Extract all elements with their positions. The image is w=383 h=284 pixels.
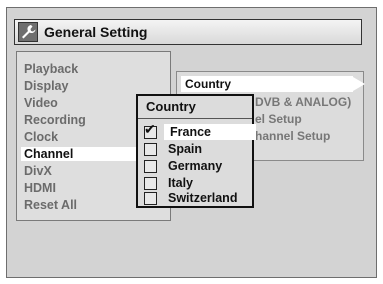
option-label: Germany — [168, 159, 223, 173]
dialog-title: Country — [146, 99, 196, 114]
dialog-header: Country — [138, 96, 252, 119]
wrench-icon — [18, 22, 38, 42]
menu-item-reset-all[interactable]: Reset All — [24, 198, 77, 212]
option-label: Spain — [168, 142, 203, 156]
option-row[interactable]: Switzerland — [144, 190, 248, 206]
country-dialog: Country ✔ France Spain Germany Italy Swi… — [136, 94, 256, 208]
checkmark-icon: ✔ — [144, 121, 156, 137]
menu-item-recording[interactable]: Recording — [24, 113, 86, 127]
option-row[interactable]: Spain — [144, 141, 248, 157]
menu-item-divx[interactable]: DivX — [24, 164, 52, 178]
checkbox[interactable] — [144, 160, 157, 173]
menu-item-display[interactable]: Display — [24, 79, 68, 93]
submenu-item-auto-scan[interactable]: DVB & ANALOG) — [255, 95, 351, 109]
menu-item-video[interactable]: Video — [24, 96, 58, 110]
option-row[interactable]: ✔ France — [144, 122, 256, 140]
menu-item-clock[interactable]: Clock — [24, 130, 58, 144]
menu-item-playback[interactable]: Playback — [24, 62, 78, 76]
checkbox[interactable] — [144, 143, 157, 156]
menu-item-hdmi[interactable]: HDMI — [24, 181, 56, 195]
submenu-item-manual-setup[interactable]: el Setup — [255, 112, 302, 126]
option-row[interactable]: Italy — [144, 175, 248, 191]
option-label: Switzerland — [168, 191, 238, 205]
page-title: General Setting — [44, 24, 148, 40]
title-bar: General Setting — [14, 19, 362, 45]
checkbox[interactable]: ✔ — [144, 122, 157, 139]
option-row[interactable]: Germany — [144, 158, 248, 174]
option-label: Italy — [168, 176, 194, 190]
option-label: France — [164, 124, 256, 140]
menu-item-channel[interactable]: Channel — [21, 147, 144, 161]
submenu-item-channel-setup[interactable]: hannel Setup — [255, 129, 330, 143]
submenu-item-country[interactable]: Country — [181, 76, 353, 92]
arrow-right-icon — [353, 77, 365, 91]
checkbox[interactable] — [144, 177, 157, 190]
checkbox[interactable] — [144, 192, 157, 205]
